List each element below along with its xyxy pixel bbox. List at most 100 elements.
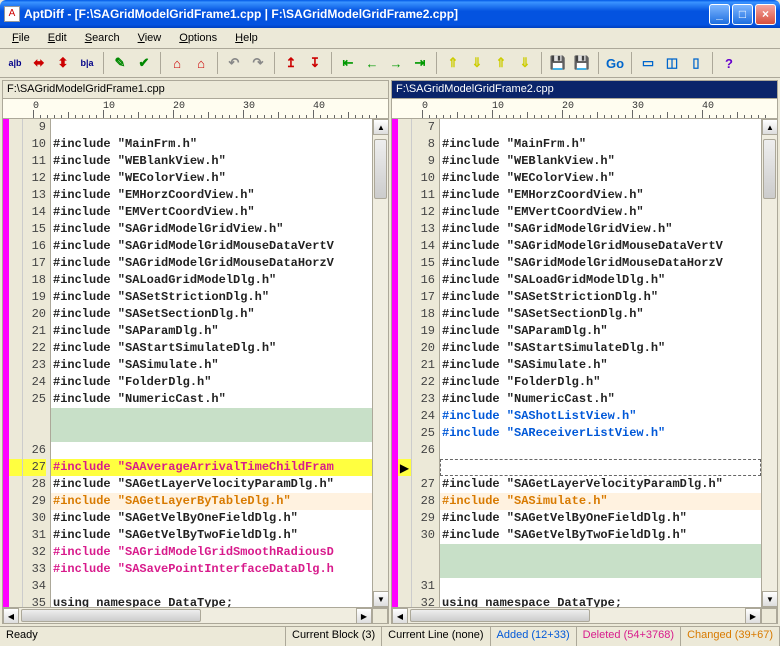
right-file-path[interactable]: F:\SAGridModelGridFrame2.cpp xyxy=(392,81,777,99)
code-line[interactable] xyxy=(51,442,372,459)
code-line[interactable]: #include "SAGetLayerByTableDlg.h" xyxy=(51,493,372,510)
compare-v-icon[interactable]: ⬍ xyxy=(52,52,74,74)
code-line[interactable]: #include "SAParamDlg.h" xyxy=(51,323,372,340)
left-file-path[interactable]: F:\SAGridModelGridFrame1.cpp xyxy=(3,81,388,99)
diff-down-icon[interactable]: ↧ xyxy=(304,52,326,74)
go-icon[interactable]: Go xyxy=(604,52,626,74)
maximize-button[interactable]: □ xyxy=(732,4,753,25)
layout-h-icon[interactable]: ▭ xyxy=(637,52,659,74)
undo-icon[interactable]: ↶ xyxy=(223,52,245,74)
code-line[interactable]: #include "SASetStrictionDlg.h" xyxy=(51,289,372,306)
down2-icon[interactable]: ⇓ xyxy=(514,52,536,74)
code-line[interactable]: #include "SAGridModelGridView.h" xyxy=(440,221,761,238)
code-line[interactable]: #include "SAGridModelGridMouseDataHorzV xyxy=(51,255,372,272)
code-line[interactable] xyxy=(51,408,372,425)
code-line[interactable]: #include "EMHorzCoordView.h" xyxy=(440,187,761,204)
compare-icon[interactable]: a|b xyxy=(4,52,26,74)
code-line[interactable]: #include "SASimulate.h" xyxy=(440,493,761,510)
code-line[interactable] xyxy=(440,119,761,136)
left-hscrollbar[interactable]: ◀▶ xyxy=(3,607,388,623)
help-icon[interactable]: ? xyxy=(718,52,740,74)
code-line[interactable]: #include "SALoadGridModelDlg.h" xyxy=(51,272,372,289)
code-line[interactable]: #include "WEColorView.h" xyxy=(440,170,761,187)
code-line[interactable]: #include "SAStartSimulateDlg.h" xyxy=(440,340,761,357)
code-line[interactable] xyxy=(440,578,761,595)
home-red-icon[interactable]: ⌂ xyxy=(166,52,188,74)
diff-up-icon[interactable]: ↥ xyxy=(280,52,302,74)
code-line[interactable]: #include "SASetSectionDlg.h" xyxy=(440,306,761,323)
last-icon[interactable]: ⇥ xyxy=(409,52,431,74)
code-line[interactable] xyxy=(440,544,761,561)
code-line[interactable]: #include "EMVertCoordView.h" xyxy=(51,204,372,221)
code-line[interactable]: #include "WEBlankView.h" xyxy=(440,153,761,170)
code-line[interactable]: #include "MainFrm.h" xyxy=(51,136,372,153)
next-icon[interactable]: → xyxy=(385,52,407,74)
code-line[interactable]: #include "EMVertCoordView.h" xyxy=(440,204,761,221)
home-blue-icon[interactable]: ⌂ xyxy=(190,52,212,74)
code-line[interactable]: #include "SAStartSimulateDlg.h" xyxy=(51,340,372,357)
code-line[interactable]: #include "SAGetVelByTwoFieldDlg.h" xyxy=(51,527,372,544)
code-line[interactable]: #include "SALoadGridModelDlg.h" xyxy=(440,272,761,289)
code-line[interactable] xyxy=(440,459,761,476)
code-line[interactable] xyxy=(51,119,372,136)
minimize-button[interactable]: _ xyxy=(709,4,730,25)
down-yellow-icon[interactable]: ⇓ xyxy=(466,52,488,74)
code-line[interactable]: #include "SASimulate.h" xyxy=(440,357,761,374)
code-line[interactable]: #include "SAParamDlg.h" xyxy=(440,323,761,340)
code-line[interactable]: #include "SAGetLayerVelocityParamDlg.h" xyxy=(51,476,372,493)
code-line[interactable]: #include "SASimulate.h" xyxy=(51,357,372,374)
code-line[interactable]: #include "SAAverageArrivalTimeChildFram xyxy=(51,459,372,476)
mark2-icon[interactable]: ✔ xyxy=(133,52,155,74)
layout-single-icon[interactable]: ▯ xyxy=(685,52,707,74)
code-line[interactable]: #include "FolderDlg.h" xyxy=(440,374,761,391)
code-line[interactable]: #include "SAGetVelByOneFieldDlg.h" xyxy=(440,510,761,527)
code-line[interactable]: #include "SAGetLayerVelocityParamDlg.h" xyxy=(440,476,761,493)
code-line[interactable]: #include "SAGridModelGridSmoothRadiousD xyxy=(51,544,372,561)
menu-view[interactable]: View xyxy=(130,30,170,46)
close-button[interactable]: × xyxy=(755,4,776,25)
code-line[interactable]: #include "SASetSectionDlg.h" xyxy=(51,306,372,323)
code-line[interactable]: #include "NumericCast.h" xyxy=(440,391,761,408)
code-line[interactable]: #include "SAGridModelGridMouseDataVertV xyxy=(51,238,372,255)
code-line[interactable] xyxy=(440,561,761,578)
menu-search[interactable]: Search xyxy=(77,30,128,46)
code-line[interactable]: #include "SAReceiverListView.h" xyxy=(440,425,761,442)
code-line[interactable]: #include "SASetStrictionDlg.h" xyxy=(440,289,761,306)
mark-icon[interactable]: ✎ xyxy=(109,52,131,74)
save-all-icon[interactable]: 💾 xyxy=(571,52,593,74)
left-vscrollbar[interactable]: ▲▼ xyxy=(372,119,388,607)
code-line[interactable]: #include "WEColorView.h" xyxy=(51,170,372,187)
right-code[interactable]: #include "MainFrm.h"#include "WEBlankVie… xyxy=(440,119,761,607)
menu-help[interactable]: Help xyxy=(227,30,266,46)
prev-icon[interactable]: ← xyxy=(361,52,383,74)
menu-options[interactable]: Options xyxy=(171,30,225,46)
menu-edit[interactable]: Edit xyxy=(40,30,75,46)
code-line[interactable]: using namespace DataType; xyxy=(51,595,372,607)
up2-icon[interactable]: ⇑ xyxy=(490,52,512,74)
switch-icon[interactable]: b|a xyxy=(76,52,98,74)
left-code[interactable]: #include "MainFrm.h"#include "WEBlankVie… xyxy=(51,119,372,607)
menu-file[interactable]: File xyxy=(4,30,38,46)
code-line[interactable]: #include "NumericCast.h" xyxy=(51,391,372,408)
code-line[interactable] xyxy=(51,425,372,442)
code-line[interactable]: #include "SAGridModelGridView.h" xyxy=(51,221,372,238)
code-line[interactable] xyxy=(51,578,372,595)
code-line[interactable]: #include "EMHorzCoordView.h" xyxy=(51,187,372,204)
code-line[interactable]: using namespace DataType; xyxy=(440,595,761,607)
code-line[interactable]: #include "SAShotListView.h" xyxy=(440,408,761,425)
code-line[interactable]: #include "SAGetVelByTwoFieldDlg.h" xyxy=(440,527,761,544)
up-yellow-icon[interactable]: ⇑ xyxy=(442,52,464,74)
code-line[interactable]: #include "SAGetVelByOneFieldDlg.h" xyxy=(51,510,372,527)
first-icon[interactable]: ⇤ xyxy=(337,52,359,74)
compare-h-icon[interactable]: ⬌ xyxy=(28,52,50,74)
code-line[interactable]: #include "FolderDlg.h" xyxy=(51,374,372,391)
code-line[interactable]: #include "SAGridModelGridMouseDataHorzV xyxy=(440,255,761,272)
code-line[interactable]: #include "WEBlankView.h" xyxy=(51,153,372,170)
redo-icon[interactable]: ↷ xyxy=(247,52,269,74)
layout-v-icon[interactable]: ◫ xyxy=(661,52,683,74)
code-line[interactable] xyxy=(440,442,761,459)
right-vscrollbar[interactable]: ▲▼ xyxy=(761,119,777,607)
save-icon[interactable]: 💾 xyxy=(547,52,569,74)
code-line[interactable]: #include "SAGridModelGridMouseDataVertV xyxy=(440,238,761,255)
code-line[interactable]: #include "MainFrm.h" xyxy=(440,136,761,153)
